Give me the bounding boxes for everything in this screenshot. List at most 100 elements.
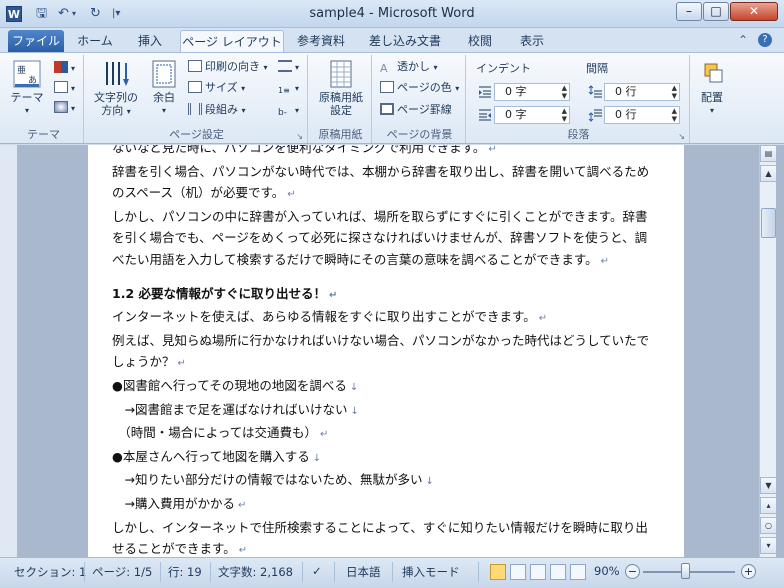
manuscript-group: 原稿用紙 設定 原稿用紙 [310,55,372,143]
paragraph-mark-icon: ↓ [312,452,322,464]
scroll-up-button[interactable]: ▲ [760,165,777,182]
minimize-ribbon-icon[interactable]: ⌃ [738,33,748,47]
scroll-down-button[interactable]: ▼ [760,477,777,494]
hyphenation-button[interactable]: b‑ ▾ [278,101,299,119]
document-line[interactable]: しかし、インターネットで住所検索することによって、すぐに知りたい情報だけを瞬時に… [112,517,660,539]
status-language[interactable]: 日本語 [346,564,381,580]
zoom-out-button[interactable]: − [625,564,640,579]
status-divider [84,562,85,582]
document-page[interactable]: ないなど見た時に、パソコンを便利なタイミングで利用できます。 ↵ 辞書を引く場合、パ… [88,145,684,557]
draft-view-icon[interactable] [570,564,586,580]
close-button[interactable]: ✕ [730,2,778,21]
document-line[interactable]: →知りたい部分だけの情報ではないため、無駄が多い ↓ [112,469,660,493]
status-word-count[interactable]: 文字数: 2,168 [218,564,293,580]
status-insert-mode[interactable]: 挿入モード [402,564,460,580]
spacing-after-input[interactable]: 0 行 ▲ ▼ [604,106,680,124]
status-page[interactable]: ページ: 1/5 [92,564,152,580]
tab-mailings[interactable]: 差し込み文書 [362,30,448,52]
ruler-toggle-icon[interactable]: ▤ [760,145,777,162]
page-color-label: ページの色 [397,81,452,94]
theme-colors-button[interactable]: ▾ [54,59,75,77]
manuscript-settings-button[interactable]: 原稿用紙 設定 [314,59,368,117]
watermark-label: 透かし [397,60,430,73]
zoom-level[interactable]: 90% [594,564,620,578]
line-numbers-button[interactable]: 1≡ ▾ [278,79,299,97]
document-line[interactable]: べたい用語を入力して検索するだけで瞬時にその言葉の意味を調べることができます。 ↵ [112,249,660,273]
columns-label: 段組み [205,103,238,116]
status-section[interactable]: セクション: 1 [14,564,86,580]
browse-object-button[interactable]: ○ [760,517,777,534]
theme-effects-button[interactable]: ▾ [54,99,75,117]
text-direction-button[interactable]: 文字列の 方向 ▾ [90,59,142,118]
tab-file[interactable]: ファイル [8,30,64,52]
tab-insert[interactable]: 挿入 [128,30,172,52]
indent-right-input[interactable]: 0 字 ▲ ▼ [494,106,570,124]
orientation-button[interactable]: 印刷の向き ▾ [188,58,268,76]
paragraph-group-label: 段落 [567,128,590,141]
indent-left-input[interactable]: 0 字 ▲ ▼ [494,83,570,101]
paragraph-mark-icon: ↵ [177,358,186,370]
maximize-button[interactable]: □ [703,2,729,21]
document-line[interactable]: のスペース（机）が必要です。 ↵ [112,182,660,206]
document-line[interactable]: →購入費用がかかる ↵ [112,493,660,517]
document-line[interactable]: 辞書を引く場合、パソコンがない時代では、本棚から辞書を取り出し、辞書を開いて調べ… [112,161,660,183]
page-borders-icon [380,103,394,115]
columns-icon [188,103,202,115]
outline-view-icon[interactable] [550,564,566,580]
page-color-button[interactable]: ページの色 ▾ [380,79,459,97]
document-line[interactable]: ●図書館へ行ってその現地の地図を調べる ↓ [112,375,660,399]
vertical-scrollbar[interactable]: ▤ ▲ ▼ ▴ ○ ▾ [759,145,777,557]
line-text: ●図書館へ行ってその現地の地図を調べる [112,377,347,393]
tab-review[interactable]: 校閲 [458,30,502,52]
theme-button[interactable]: 亜 あ テーマ ▾ [8,59,46,117]
spacing-before-input[interactable]: 0 行 ▲ ▼ [604,83,680,101]
document-line[interactable]: 例えば、見知らぬ場所に行かなければいけない場合、パソコンがなかった時代はどうして… [112,330,660,352]
watermark-button[interactable]: A 透かし ▾ [380,58,438,76]
breaks-button[interactable]: ▾ [278,58,299,76]
web-layout-view-icon[interactable] [530,564,546,580]
size-button[interactable]: サイズ ▾ [188,79,245,97]
indent-left-icon [479,86,491,98]
print-layout-view-icon[interactable] [490,564,506,580]
document-line[interactable]: を引く場合でも、ページをめくって必死に探さなければいけませんが、辞書ソフトを使う… [112,227,660,249]
previous-page-button[interactable]: ▴ [760,497,777,514]
full-screen-reading-view-icon[interactable] [510,564,526,580]
status-divider [478,562,479,582]
minimize-button[interactable]: – [676,2,702,21]
document-line[interactable]: （時間・場合によっては交通費も） ↵ [112,422,660,446]
status-line[interactable]: 行: 19 [168,564,202,580]
tab-home[interactable]: ホーム [70,30,120,52]
section-heading[interactable]: 1.2 必要な情報がすぐに取り出せる！ ↵ [112,283,660,307]
document-line[interactable]: しかし、パソコンの中に辞書が入っていれば、場所を取らずにすぐに引くことができます… [112,206,660,228]
proofing-icon[interactable]: ✓ [312,564,322,578]
theme-fonts-button[interactable]: ▾ [54,79,75,97]
next-page-button[interactable]: ▾ [760,537,777,554]
page-borders-button[interactable]: ページ罫線 [380,101,452,119]
document-line[interactable]: せることができます。 ↵ [112,538,660,557]
spacing-title: 間隔 [586,62,608,75]
document-line[interactable]: しょうか？ ↵ [112,351,660,375]
document-line[interactable]: インターネットを使えば、あらゆる情報をすぐに取り出すことができます。 ↵ [112,306,660,330]
zoom-in-button[interactable]: + [741,564,756,579]
columns-button[interactable]: 段組み ▾ [188,101,246,119]
document-line[interactable]: →図書館まで足を運ばなければいけない ↓ [112,399,660,423]
line-text: 辞書を引く場合、パソコンがない時代では、本棚から辞書を取り出し、辞書を開いて調べ… [112,163,650,179]
document-text[interactable]: ないなど見た時に、パソコンを便利なタイミングで利用できます。 ↵ 辞書を引く場合、パ… [112,145,660,557]
size-label: サイズ [205,81,238,94]
line-text: →知りたい部分だけの情報ではないため、無駄が多い [112,472,423,488]
scrollbar-thumb[interactable] [761,208,776,238]
tab-view[interactable]: 表示 [510,30,554,52]
zoom-slider-thumb[interactable] [681,563,690,579]
margins-button[interactable]: 余白 ▾ [144,59,184,117]
tab-page-layout[interactable]: ページ レイアウト [180,30,284,52]
line-numbers-icon: 1≡ [278,86,290,95]
text-direction-label-2: 方向 [101,104,124,117]
document-line[interactable]: ないなど見た時に、パソコンを便利なタイミングで利用できます。 ↵ [112,145,660,161]
watermark-icon: A [380,62,388,75]
help-icon[interactable]: ? [758,33,772,47]
title-bar: W 🖫 ↶ ▾ ↻ |▾ sample4 - Microsoft Word – … [0,0,784,28]
arrange-button[interactable]: 配置 ▾ [694,59,730,117]
line-text: を引く場合でも、ページをめくって必死に探さなければいけませんが、辞書ソフトを使う… [112,230,648,246]
document-line[interactable]: ●本屋さんへ行って地図を購入する ↓ [112,446,660,470]
tab-references[interactable]: 参考資料 [290,30,352,52]
